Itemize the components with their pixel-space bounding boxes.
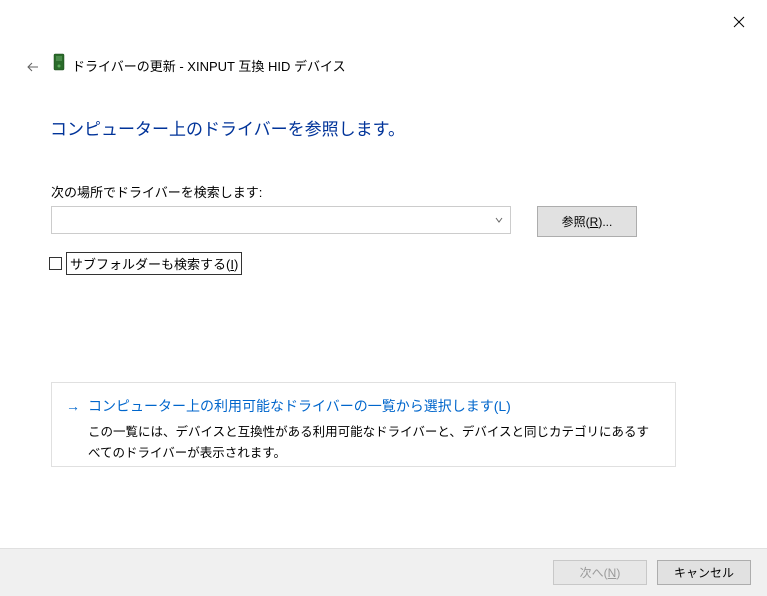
wizard-title: ドライバーの更新 - XINPUT 互換 HID デバイス xyxy=(72,56,346,75)
include-subfolders-row: サブフォルダーも検索する(I) xyxy=(49,252,242,275)
next-button: 次へ(N) xyxy=(553,560,647,585)
cancel-button[interactable]: キャンセル xyxy=(657,560,751,585)
driver-update-wizard: ドライバーの更新 - XINPUT 互換 HID デバイス コンピューター上のド… xyxy=(0,0,767,596)
back-arrow-icon[interactable] xyxy=(23,57,43,77)
pick-from-list-title: コンピューター上の利用可能なドライバーの一覧から選択します(L) xyxy=(88,396,511,416)
pick-from-list-description: この一覧には、デバイスと互換性がある利用可能なドライバーと、デバイスと同じカテゴ… xyxy=(88,422,657,465)
search-location-label: 次の場所でドライバーを検索します: xyxy=(51,182,262,201)
include-subfolders-label[interactable]: サブフォルダーも検索する(I) xyxy=(66,252,242,275)
chevron-down-icon xyxy=(494,215,504,225)
device-icon xyxy=(51,53,67,71)
browse-button-label: 参照(R)... xyxy=(562,215,613,229)
wizard-button-bar: 次へ(N) キャンセル xyxy=(0,548,767,596)
page-heading: コンピューター上のドライバーを参照します。 xyxy=(50,115,405,140)
arrow-right-icon: → xyxy=(66,396,80,416)
browse-button[interactable]: 参照(R)... xyxy=(537,206,637,237)
pick-from-list-option[interactable]: → コンピューター上の利用可能なドライバーの一覧から選択します(L) この一覧に… xyxy=(51,382,676,467)
close-icon[interactable] xyxy=(729,12,749,32)
include-subfolders-checkbox[interactable] xyxy=(49,257,62,270)
driver-path-combobox[interactable] xyxy=(51,206,511,234)
